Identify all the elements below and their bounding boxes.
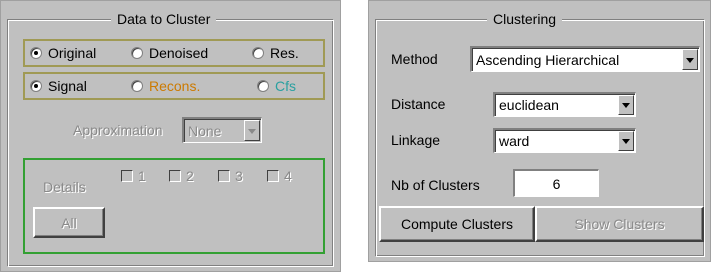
linkage-label: Linkage [391, 132, 441, 148]
clustering-panel: Clustering Method Ascending Hierarchical… [368, 0, 711, 262]
distance-value: euclidean [499, 97, 559, 113]
details-checkbox-1[interactable]: 1 [121, 168, 146, 184]
radio-recons-label: Recons. [149, 78, 201, 94]
data-to-cluster-panel: Data to Cluster Original Denoised Res. S… [0, 0, 341, 272]
details-checkbox-2-box [169, 170, 181, 182]
approximation-select[interactable]: None [182, 117, 262, 143]
details-checkbox-4[interactable]: 4 [267, 168, 292, 184]
details-checkbox-3-label: 3 [235, 168, 243, 184]
details-checkbox-2-label: 2 [186, 168, 194, 184]
details-checkbox-3[interactable]: 3 [218, 168, 243, 184]
linkage-value: ward [499, 133, 530, 149]
radio-res-label: Res. [270, 45, 299, 61]
data-to-cluster-title: Data to Cluster [111, 11, 217, 27]
chevron-down-icon [618, 131, 634, 151]
details-checkbox-4-box [267, 170, 279, 182]
radio-denoised-indicator [131, 47, 143, 59]
method-label: Method [391, 51, 438, 67]
radio-signal-label: Signal [48, 78, 87, 94]
radio-res[interactable]: Res. [252, 45, 299, 61]
show-clusters-button[interactable]: Show Clusters [535, 206, 704, 242]
radio-original-label: Original [48, 45, 97, 61]
compute-clusters-button[interactable]: Compute Clusters [379, 206, 535, 242]
details-checkbox-4-label: 4 [284, 168, 292, 184]
radio-denoised[interactable]: Denoised [131, 45, 208, 61]
method-select[interactable]: Ascending Hierarchical [470, 46, 700, 72]
radio-cfs-label: Cfs [275, 78, 296, 94]
chevron-down-icon [618, 95, 634, 115]
radio-cfs-indicator [257, 80, 269, 92]
radio-cfs[interactable]: Cfs [257, 78, 296, 94]
nb-clusters-input[interactable]: 6 [513, 169, 599, 197]
radio-original[interactable]: Original [30, 45, 96, 61]
nb-clusters-label: Nb of Clusters [391, 177, 480, 193]
radio-signal[interactable]: Signal [30, 78, 87, 94]
details-checkbox-1-box [121, 170, 133, 182]
details-checkbox-2[interactable]: 2 [169, 168, 194, 184]
chevron-down-icon [682, 49, 698, 70]
details-checkbox-3-box [218, 170, 230, 182]
radio-original-indicator [30, 47, 42, 59]
radio-denoised-label: Denoised [149, 45, 209, 61]
clustering-title: Clustering [487, 11, 563, 27]
radio-res-indicator [252, 47, 264, 59]
method-value: Ascending Hierarchical [476, 51, 620, 68]
radio-signal-indicator [30, 80, 42, 92]
details-checkbox-1-label: 1 [138, 168, 146, 184]
details-label: Details [43, 179, 86, 195]
chevron-down-icon [244, 120, 260, 141]
details-all-button[interactable]: All [33, 207, 105, 238]
distance-select[interactable]: euclidean [493, 92, 636, 117]
linkage-select[interactable]: ward [493, 128, 636, 153]
radio-recons[interactable]: Recons. [131, 78, 200, 94]
approximation-label: Approximation [73, 122, 163, 138]
radio-recons-indicator [131, 80, 143, 92]
approximation-value: None [188, 122, 222, 139]
distance-label: Distance [391, 96, 446, 112]
